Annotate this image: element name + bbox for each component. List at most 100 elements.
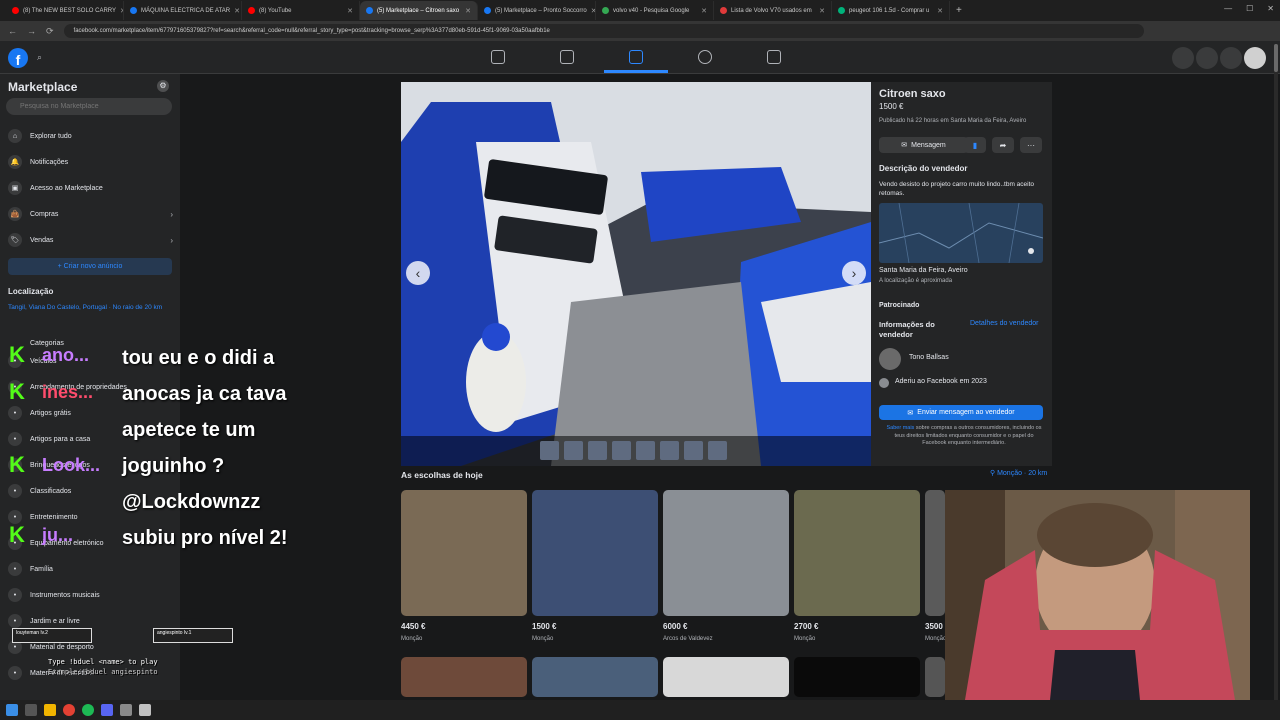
seller-avatar[interactable] <box>879 348 901 370</box>
facebook-icon <box>879 378 889 388</box>
chrome-icon[interactable] <box>63 704 75 716</box>
browser-tab[interactable]: (5) Marketplace – Citroen saxo ✕ <box>360 1 478 20</box>
sidebar-item[interactable]: ⌂ Explorar tudo <box>8 127 173 145</box>
location-map[interactable] <box>879 203 1043 263</box>
seller-name[interactable]: Tono Ballsas <box>909 354 949 361</box>
listing-card-image[interactable] <box>401 657 527 697</box>
photo-thumbnail[interactable] <box>708 441 727 460</box>
message-button[interactable]: ✉ Mensagem <box>879 137 968 153</box>
tab-favicon-icon <box>12 7 19 14</box>
menu-grid-icon[interactable] <box>1172 47 1194 69</box>
more-options-icon[interactable]: ··· <box>1020 137 1042 153</box>
reload-icon[interactable]: ⟳ <box>46 26 54 37</box>
listing-card-image[interactable] <box>794 657 920 697</box>
close-tab-icon[interactable]: ✕ <box>819 7 825 15</box>
minimize-icon[interactable]: — <box>1224 4 1232 13</box>
browser-tab[interactable]: Lista de Volvo V70 usados em ✕ <box>714 1 832 20</box>
photo-thumbnail[interactable] <box>684 441 703 460</box>
search-icon[interactable]: ⌕ <box>37 52 42 63</box>
messenger-icon[interactable] <box>1196 47 1218 69</box>
learn-more-link[interactable]: Saber mais <box>886 425 914 431</box>
listing-price: 1500 € <box>879 102 904 111</box>
home-icon[interactable] <box>491 50 505 64</box>
file-explorer-icon[interactable] <box>44 704 56 716</box>
picks-location-link[interactable]: ⚲ Monção · 20 km <box>990 469 1047 477</box>
groups-icon[interactable] <box>698 50 712 64</box>
tab-favicon-icon <box>130 7 137 14</box>
page-scrollbar[interactable] <box>1274 44 1278 700</box>
forward-icon[interactable]: → <box>27 26 36 36</box>
listing-card-image[interactable] <box>925 490 945 616</box>
close-tab-icon[interactable]: ✕ <box>234 7 240 15</box>
sidebar-item[interactable]: 🔔 Notificações <box>8 153 173 171</box>
listing-card-image[interactable] <box>401 490 527 616</box>
create-listing-button[interactable]: + Criar novo anúncio <box>8 258 172 275</box>
photo-thumbnail[interactable] <box>540 441 559 460</box>
sidebar-item[interactable]: 👜 Compras › <box>8 205 173 223</box>
category-icon: • <box>8 484 22 498</box>
task-view-icon[interactable] <box>25 704 37 716</box>
listing-photo-viewer[interactable] <box>401 82 871 466</box>
share-icon[interactable]: ➦ <box>992 137 1014 153</box>
sidebar-item[interactable]: 🏷 Vendas › <box>8 231 173 249</box>
location-link[interactable]: Tangil, Viana Do Castelo, Portugal · No … <box>8 303 178 312</box>
photo-thumbnail[interactable] <box>660 441 679 460</box>
close-tab-icon[interactable]: ✕ <box>347 7 353 15</box>
scrollbar-thumb[interactable] <box>1274 44 1278 72</box>
seller-details-link[interactable]: Detalhes do vendedor <box>970 320 1039 327</box>
back-icon[interactable]: ← <box>8 26 17 36</box>
browser-tab[interactable]: (8) The NEW BEST SOLO CARRY✕ <box>6 1 124 20</box>
next-photo-icon[interactable]: › <box>842 261 866 285</box>
photo-thumbnail[interactable] <box>564 441 583 460</box>
facebook-logo-icon[interactable]: f <box>8 48 28 68</box>
browser-tab[interactable]: volvo v40 - Pesquisa Google ✕ <box>596 1 714 20</box>
listing-card-image[interactable] <box>794 490 920 616</box>
maximize-icon[interactable]: ☐ <box>1246 4 1253 13</box>
listing-card-image[interactable] <box>663 657 789 697</box>
chat-message: tou eu e o didi a anocas ja ca tava apet… <box>122 347 288 549</box>
close-tab-icon[interactable]: ✕ <box>701 7 707 15</box>
close-tab-icon[interactable]: ✕ <box>465 7 471 15</box>
browser-tab[interactable]: MÁQUINA ELECTRICA DE ATAR ✕ <box>124 1 242 20</box>
settings-gear-icon[interactable]: ⚙ <box>157 80 169 92</box>
browser-tab[interactable]: peugeot 106 1.5d - Comprar u ✕ <box>832 1 950 20</box>
windows-start-icon[interactable] <box>6 704 18 716</box>
app-icon[interactable] <box>120 704 132 716</box>
previous-photo-icon[interactable]: ‹ <box>406 261 430 285</box>
spotify-icon[interactable] <box>82 704 94 716</box>
sidebar-item[interactable]: ▣ Acesso ao Marketplace <box>8 179 173 197</box>
category-label: Material de desporto <box>30 643 94 651</box>
marketplace-icon[interactable] <box>629 50 643 64</box>
video-icon[interactable] <box>560 50 574 64</box>
notifications-icon[interactable] <box>1220 47 1242 69</box>
photo-thumbnail[interactable] <box>588 441 607 460</box>
marketplace-search-input[interactable] <box>6 98 172 115</box>
category-item[interactable]: • Instrumentos musicais <box>8 586 173 604</box>
send-message-button[interactable]: ✉ Enviar mensagem ao vendedor <box>879 405 1043 420</box>
profile-avatar[interactable] <box>1244 47 1266 69</box>
kick-badge-icon: K <box>9 379 25 404</box>
save-bookmark-icon[interactable]: ▮ <box>964 137 986 153</box>
category-item[interactable]: • Família <box>8 560 173 578</box>
discord-icon[interactable] <box>101 704 113 716</box>
active-nav-indicator <box>604 70 668 73</box>
close-tab-icon[interactable]: ✕ <box>937 7 943 15</box>
gaming-icon[interactable] <box>767 50 781 64</box>
new-tab-button[interactable]: + <box>956 5 962 16</box>
chat-username: ju... <box>42 525 73 545</box>
listing-card-image[interactable] <box>532 657 658 697</box>
duel-instruction: Type !bduel <name> to play <box>48 658 158 666</box>
browser-tab[interactable]: (8) YouTube ✕ <box>242 1 360 20</box>
listing-card-image[interactable] <box>925 657 945 697</box>
app-icon[interactable] <box>139 704 151 716</box>
listing-card-image[interactable] <box>532 490 658 616</box>
close-window-icon[interactable]: ✕ <box>1267 4 1274 13</box>
tab-title: volvo v40 - Pesquisa Google <box>613 7 690 14</box>
listing-card-image[interactable] <box>663 490 789 616</box>
seller-description: Vendo desisto do projeto carro muito lin… <box>879 181 1035 197</box>
url-field[interactable]: facebook.com/marketplace/item/6779716053… <box>63 24 1144 38</box>
browser-tab[interactable]: (5) Marketplace – Pronto Soccorro✕ <box>478 1 596 20</box>
photo-thumbnails <box>540 441 727 463</box>
photo-thumbnail[interactable] <box>612 441 631 460</box>
photo-thumbnail[interactable] <box>636 441 655 460</box>
